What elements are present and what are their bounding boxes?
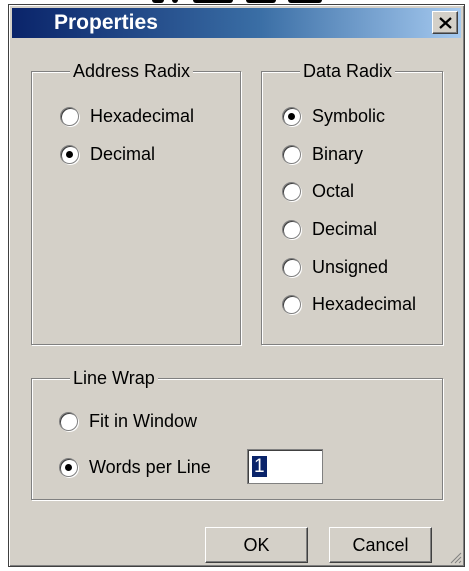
radio-label: Unsigned xyxy=(312,257,389,277)
words-per-line-radio[interactable]: Words per Line xyxy=(59,457,211,478)
words-per-line-input[interactable]: 1 xyxy=(247,449,323,484)
radio-label: Symbolic xyxy=(312,106,386,126)
radio-circle xyxy=(282,182,301,201)
radio-circle xyxy=(282,220,301,239)
title-bar[interactable]: Properties xyxy=(12,8,461,38)
radio-circle xyxy=(282,295,301,314)
close-icon xyxy=(439,17,452,29)
radio-label: Octal xyxy=(312,181,355,201)
radio-circle xyxy=(59,458,78,477)
properties-dialog: Properties Address Radix Hexadecimal Dec… xyxy=(8,4,465,567)
radio-circle xyxy=(282,107,301,126)
address-radix-group: Address Radix Hexadecimal Decimal xyxy=(31,60,241,345)
data-radix-octal-radio[interactable]: Octal xyxy=(282,181,354,202)
resize-grip-icon[interactable] xyxy=(450,552,462,564)
data-radix-group: Data Radix Symbolic Binary Octal Decimal… xyxy=(261,60,443,345)
radio-label: Binary xyxy=(312,144,364,164)
address-radix-hexadecimal-radio[interactable]: Hexadecimal xyxy=(60,106,194,127)
data-radix-unsigned-radio[interactable]: Unsigned xyxy=(282,257,388,278)
radio-label: Decimal xyxy=(90,144,156,164)
radio-circle xyxy=(60,107,79,126)
fit-in-window-radio[interactable]: Fit in Window xyxy=(59,411,197,432)
line-wrap-group: Line Wrap xyxy=(31,367,443,500)
data-radix-binary-radio[interactable]: Binary xyxy=(282,144,363,165)
address-radix-decimal-radio[interactable]: Decimal xyxy=(60,144,155,165)
radio-label: Words per Line xyxy=(89,457,211,477)
words-per-line-value: 1 xyxy=(252,456,267,477)
radio-label: Decimal xyxy=(312,219,378,239)
address-radix-legend: Address Radix xyxy=(70,60,194,82)
data-radix-legend: Data Radix xyxy=(300,60,396,82)
data-radix-decimal-radio[interactable]: Decimal xyxy=(282,219,377,240)
radio-label: Hexadecimal xyxy=(90,106,195,126)
cancel-button[interactable]: Cancel xyxy=(329,527,432,563)
radio-circle xyxy=(60,145,79,164)
radio-label: Fit in Window xyxy=(89,411,198,431)
data-radix-hexadecimal-radio[interactable]: Hexadecimal xyxy=(282,294,416,315)
dialog-title: Properties xyxy=(54,11,158,34)
background-text-fragment xyxy=(0,0,469,3)
radio-circle xyxy=(282,258,301,277)
line-wrap-legend: Line Wrap xyxy=(70,367,158,389)
radio-circle xyxy=(282,145,301,164)
radio-circle xyxy=(59,412,78,431)
radio-label: Hexadecimal xyxy=(312,294,417,314)
data-radix-symbolic-radio[interactable]: Symbolic xyxy=(282,106,385,127)
ok-button[interactable]: OK xyxy=(205,527,308,563)
close-button[interactable] xyxy=(432,11,458,34)
